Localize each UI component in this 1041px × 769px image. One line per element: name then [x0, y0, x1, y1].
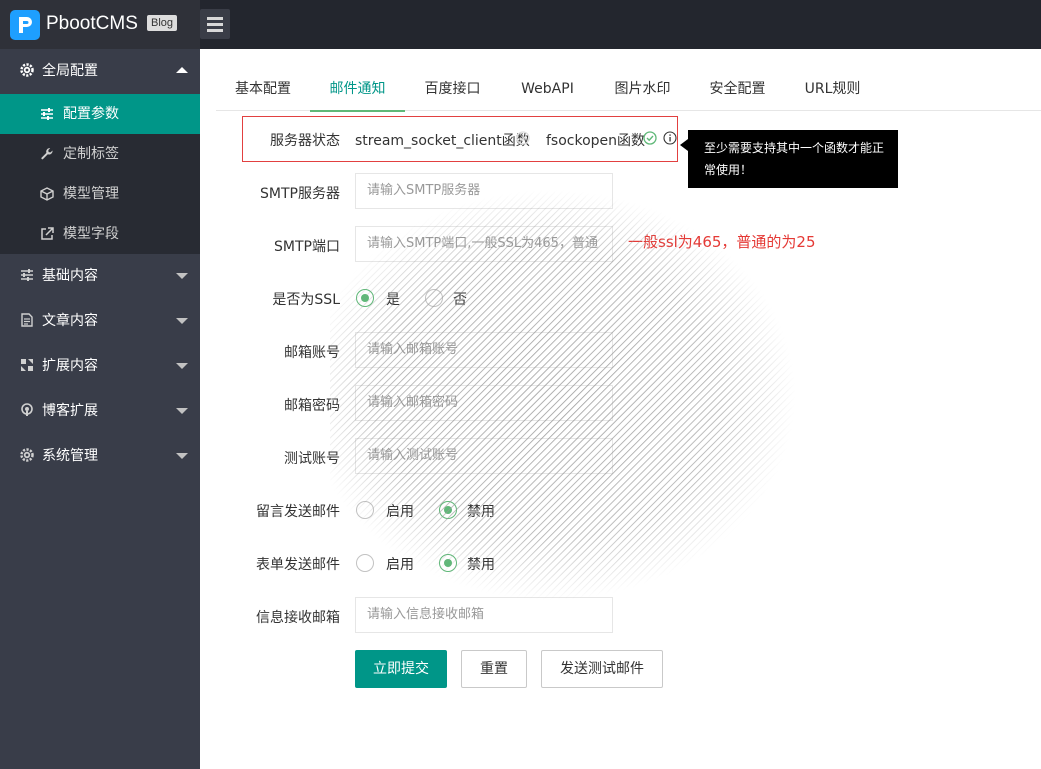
- sidebar-group-article-content[interactable]: 文章内容: [0, 299, 200, 344]
- fsockopen-status: fsockopen函数: [546, 133, 646, 149]
- ssl-no-radio[interactable]: [425, 289, 443, 307]
- sidebar-group-global-config[interactable]: 全局配置: [0, 49, 200, 94]
- check-circle-icon: [516, 131, 530, 145]
- function-tooltip: 至少需要支持其中一个函数才能正常使用！: [680, 130, 898, 188]
- app-badge: Blog: [147, 15, 178, 31]
- sidebar-group-label: 扩展内容: [42, 358, 98, 374]
- sidebar-group-label: 博客扩展: [42, 403, 98, 419]
- smtp-port-label: SMTP端口: [274, 239, 340, 255]
- form-mail-enable-radio[interactable]: [356, 554, 374, 572]
- caret-down-icon: [176, 318, 188, 324]
- sidebar-group-blog-extension[interactable]: 博客扩展: [0, 389, 200, 434]
- sidebar-item-model-manage[interactable]: 模型管理: [0, 174, 200, 214]
- sliders-icon: [21, 269, 33, 281]
- logo[interactable]: PbootCMS Blog: [0, 0, 200, 49]
- tab-url-rules[interactable]: URL规则: [785, 70, 880, 110]
- caret-down-icon: [176, 273, 188, 279]
- tab-basic-config[interactable]: 基本配置: [216, 70, 310, 110]
- sidebar-item-model-fields[interactable]: 模型字段: [0, 214, 200, 254]
- test-account-label: 测试账号: [284, 451, 340, 467]
- app-name: PbootCMS: [46, 13, 138, 34]
- form-mail-enable-label: 启用: [386, 557, 414, 573]
- smtp-port-annotation: 一般ssl为465，普通的为25: [628, 233, 816, 251]
- sidebar-item-label: 模型字段: [63, 226, 119, 242]
- expand-icon: [21, 359, 33, 371]
- sidebar-item-custom-tags[interactable]: 定制标签: [0, 134, 200, 174]
- caret-down-icon: [176, 363, 188, 369]
- sidebar-group-extended-content[interactable]: 扩展内容: [0, 344, 200, 389]
- wrench-icon: [41, 148, 53, 160]
- sidebar: 全局配置 配置参数 定制标签 模型管理 模型字段 基础内容 文章内容 扩展内容: [0, 49, 200, 769]
- sidebar-group-basic-content[interactable]: 基础内容: [0, 254, 200, 299]
- caret-up-icon: [176, 67, 188, 73]
- receive-mail-label: 信息接收邮箱: [256, 610, 340, 626]
- tab-security-config[interactable]: 安全配置: [690, 70, 785, 110]
- sidebar-submenu: 配置参数 定制标签 模型管理 模型字段: [0, 94, 200, 254]
- tab-webapi[interactable]: WebAPI: [500, 70, 595, 110]
- ssl-no-label: 否: [453, 292, 467, 308]
- info-icon[interactable]: [663, 131, 677, 145]
- message-mail-enable-label: 启用: [386, 504, 414, 520]
- sidebar-group-label: 系统管理: [42, 448, 98, 464]
- receive-mail-input[interactable]: 请输入信息接收邮箱: [355, 597, 613, 633]
- form-mail-disable-label: 禁用: [467, 557, 495, 573]
- top-header: PbootCMS Blog: [0, 0, 1041, 49]
- email-password-input[interactable]: 请输入邮箱密码: [355, 385, 613, 421]
- email-account-label: 邮箱账号: [284, 345, 340, 361]
- tab-mail-notify[interactable]: 邮件通知: [310, 70, 405, 112]
- email-password-label: 邮箱密码: [284, 398, 340, 414]
- sidebar-group-system-manage[interactable]: 系统管理: [0, 434, 200, 479]
- sidebar-item-label: 模型管理: [63, 186, 119, 202]
- check-circle-icon: [643, 131, 657, 145]
- sidebar-item-label: 配置参数: [63, 106, 119, 122]
- cube-icon: [40, 187, 54, 201]
- send-test-mail-button[interactable]: 发送测试邮件: [541, 650, 663, 688]
- reset-button[interactable]: 重置: [461, 650, 527, 688]
- submit-button[interactable]: 立即提交: [355, 650, 447, 688]
- ssl-yes-label: 是: [386, 292, 400, 308]
- gear-icon: [20, 63, 34, 77]
- menu-toggle-button[interactable]: [200, 9, 230, 39]
- sidebar-group-label: 文章内容: [42, 313, 98, 329]
- stream-socket-status: stream_socket_client函数: [355, 133, 530, 149]
- sliders-icon: [41, 108, 53, 120]
- ssl-label: 是否为SSL: [272, 292, 340, 308]
- hamburger-icon: [207, 17, 223, 20]
- sidebar-item-label: 定制标签: [63, 146, 119, 162]
- sidebar-group-label: 基础内容: [42, 268, 98, 284]
- tab-image-watermark[interactable]: 图片水印: [595, 70, 690, 110]
- form-mail-disable-radio[interactable]: [439, 554, 457, 572]
- message-mail-disable-radio[interactable]: [439, 501, 457, 519]
- sidebar-group-label: 全局配置: [42, 63, 98, 79]
- server-status-label: 服务器状态: [270, 133, 340, 149]
- test-account-input[interactable]: 请输入测试账号: [355, 438, 613, 474]
- pboot-logo-icon: [10, 10, 40, 40]
- form-mail-label: 表单发送邮件: [256, 557, 340, 573]
- document-icon: [21, 313, 33, 327]
- tab-baidu-api[interactable]: 百度接口: [405, 70, 500, 110]
- ssl-yes-radio[interactable]: [356, 289, 374, 307]
- smtp-port-input[interactable]: 请输入SMTP端口,一般SSL为465，普通: [355, 226, 613, 262]
- email-account-input[interactable]: 请输入邮箱账号: [355, 332, 613, 368]
- message-mail-enable-radio[interactable]: [356, 501, 374, 519]
- gear-icon: [20, 448, 34, 462]
- caret-down-icon: [176, 453, 188, 459]
- external-link-icon: [41, 227, 54, 240]
- podcast-icon: [21, 403, 33, 416]
- message-mail-label: 留言发送邮件: [256, 504, 340, 520]
- config-tabs: 基本配置 邮件通知 百度接口 WebAPI 图片水印 安全配置 URL规则: [216, 70, 1041, 112]
- caret-down-icon: [176, 408, 188, 414]
- sidebar-item-config-params[interactable]: 配置参数: [0, 94, 200, 134]
- smtp-server-label: SMTP服务器: [260, 186, 340, 202]
- message-mail-disable-label: 禁用: [467, 504, 495, 520]
- smtp-server-input[interactable]: 请输入SMTP服务器: [355, 173, 613, 209]
